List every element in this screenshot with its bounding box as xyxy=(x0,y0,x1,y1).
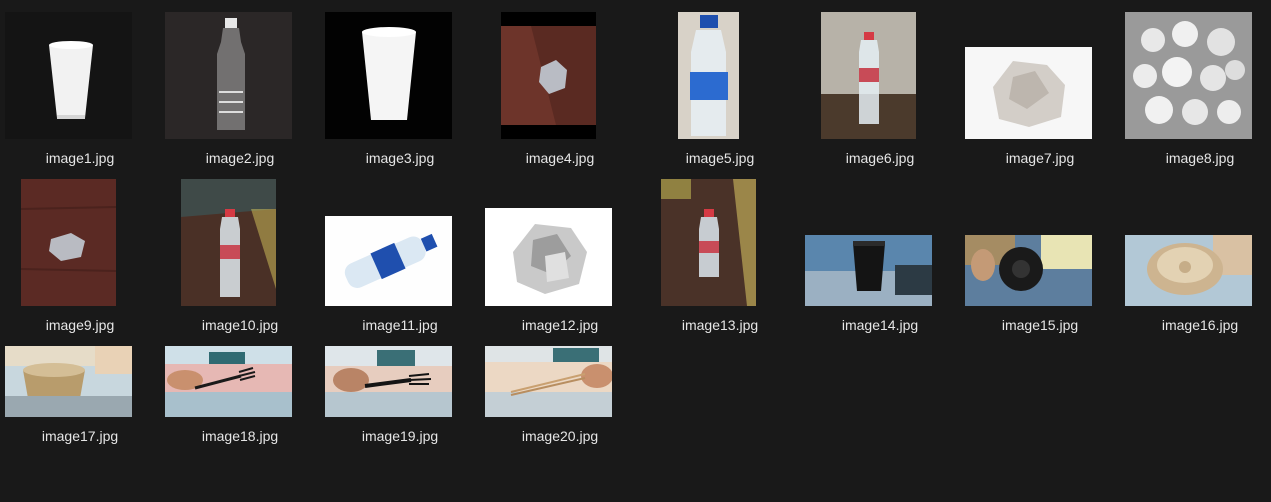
plastic-fork-thumbnail xyxy=(165,346,292,417)
paper-pile-thumbnail xyxy=(1125,12,1252,139)
crumpled-paper-thumbnail xyxy=(485,208,612,306)
crumpled-paper-thumbnail xyxy=(21,179,116,306)
plastic-bottle-thumbnail xyxy=(165,12,292,139)
file-name: image16.jpg xyxy=(1161,317,1239,333)
paper-cup-thumbnail xyxy=(325,12,452,139)
aquafina-bottle-thumbnail xyxy=(678,12,739,139)
water-bottle-thumbnail xyxy=(821,12,916,139)
file-grid: image1.jpg image2.jpg image3.jpg image4.… xyxy=(0,0,1271,502)
file-name: image2.jpg xyxy=(205,150,275,166)
chopsticks-thumbnail xyxy=(485,346,612,417)
plastic-fork-thumbnail xyxy=(325,346,452,417)
file-name: image20.jpg xyxy=(521,428,599,444)
file-name: image7.jpg xyxy=(1005,150,1075,166)
water-bottle-thumbnail xyxy=(661,179,756,306)
file-name: image6.jpg xyxy=(845,150,915,166)
file-name: image19.jpg xyxy=(361,428,439,444)
paper-bowl-thumbnail xyxy=(5,346,132,417)
file-name: image18.jpg xyxy=(201,428,279,444)
file-name: image12.jpg xyxy=(521,317,599,333)
file-name: image14.jpg xyxy=(841,317,919,333)
coffee-cup-thumbnail xyxy=(805,235,932,306)
aquafina-bottle-thumbnail xyxy=(325,216,452,306)
file-name: image5.jpg xyxy=(685,150,755,166)
file-name: image3.jpg xyxy=(365,150,435,166)
crumpled-paper-thumbnail xyxy=(501,12,596,139)
file-name: image15.jpg xyxy=(1001,317,1079,333)
cup-lid-thumbnail xyxy=(965,235,1092,306)
file-name: image4.jpg xyxy=(525,150,595,166)
paper-bowl-thumbnail xyxy=(1125,235,1252,306)
file-name: image11.jpg xyxy=(362,317,438,333)
file-name: image17.jpg xyxy=(41,428,119,444)
crumpled-paper-thumbnail xyxy=(965,47,1092,139)
file-name: image8.jpg xyxy=(1165,150,1235,166)
file-name: image13.jpg xyxy=(681,317,759,333)
file-name: image1.jpg xyxy=(45,150,115,166)
paper-cup-thumbnail xyxy=(5,12,132,139)
water-bottle-thumbnail xyxy=(181,179,276,306)
file-name: image9.jpg xyxy=(45,317,115,333)
file-name: image10.jpg xyxy=(201,317,279,333)
